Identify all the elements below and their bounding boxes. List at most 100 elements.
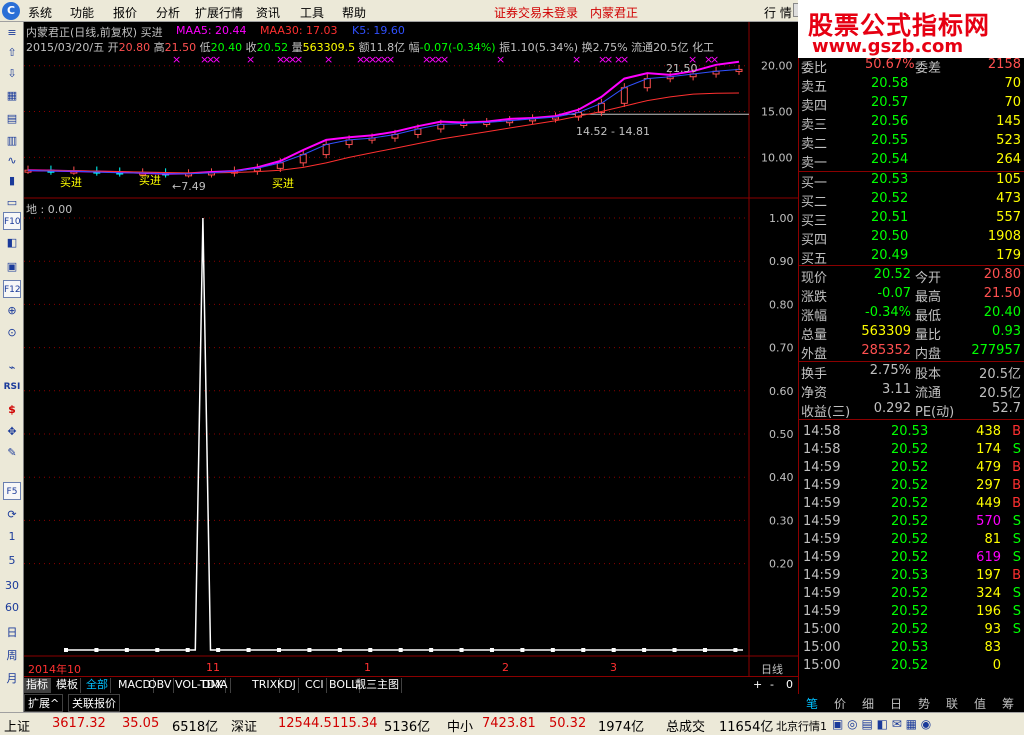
chart-area[interactable]: 20.00 15.00 10.00 × × × × × × × × × × × × × × × × × × × × × × × × ×… — [24, 22, 798, 676]
indicator-point — [276, 648, 281, 652]
indicator-point — [642, 648, 647, 652]
refresh-icon[interactable]: ⟳ — [3, 506, 21, 524]
menu-extended-market[interactable]: 扩展行情 — [195, 4, 243, 21]
status-icons[interactable]: ▣ ◎ ▤ ◧ ✉ ▦ ◉ — [832, 717, 931, 731]
panel-tab-1[interactable]: 价 — [834, 695, 846, 712]
indicator-tab-0[interactable]: 指标 — [24, 678, 51, 693]
clock-icon[interactable]: ⊙ — [3, 324, 21, 342]
dollar-icon[interactable]: $ — [3, 401, 21, 419]
candle-icon[interactable]: ▮ — [3, 172, 21, 190]
menu-news[interactable]: 资讯 — [256, 4, 280, 21]
bid-price[interactable]: 20.51 — [871, 210, 908, 225]
stat-label: 总量 — [801, 328, 828, 343]
menu-quotes[interactable]: 报价 — [113, 4, 137, 21]
app-logo-icon[interactable]: C — [2, 2, 20, 20]
market-label[interactable]: 北京行情1 — [776, 718, 827, 734]
period-button-0[interactable]: 1 — [0, 530, 24, 543]
wave-icon[interactable]: ⌁ — [3, 359, 21, 377]
panel-tab-7[interactable]: 筹 — [1002, 695, 1014, 712]
panel-tab-5[interactable]: 联 — [946, 695, 958, 712]
indicator-tab-4[interactable]: OBV — [146, 678, 175, 693]
market-mode-label[interactable]: 行 情 — [764, 4, 792, 21]
trend-icon[interactable]: ∿ — [3, 152, 21, 170]
bid-price[interactable]: 20.49 — [871, 248, 908, 263]
f10-icon[interactable]: F10 — [3, 212, 21, 230]
panel-icon[interactable]: ◧ — [3, 234, 21, 252]
menu-help[interactable]: 帮助 — [342, 4, 366, 21]
sz-index: 12544.5 — [278, 716, 332, 731]
bid-price[interactable]: 20.53 — [871, 172, 908, 187]
f12-icon[interactable]: F12 — [3, 280, 21, 298]
period-button-5[interactable]: 周 — [0, 647, 24, 663]
arrow-up-icon[interactable]: ⇧ — [3, 44, 21, 62]
fund-label: 收益(三) — [801, 405, 851, 420]
period-button-3[interactable]: 60 — [0, 601, 24, 614]
indicator-tab-6[interactable]: DMA — [200, 678, 231, 693]
menu-system[interactable]: 系统 — [28, 4, 52, 21]
ask-row: 卖一 20.54 264 — [799, 151, 1024, 171]
panel-tab-4[interactable]: 势 — [918, 695, 930, 712]
ask-price[interactable]: 20.55 — [871, 133, 908, 148]
table-icon[interactable]: ▦ — [3, 87, 21, 105]
arrow-down-icon[interactable]: ⇩ — [3, 65, 21, 83]
stat-row: 涨幅 -0.34% 最低 20.40 — [799, 304, 1024, 324]
ask-price[interactable]: 20.54 — [871, 152, 908, 167]
zoom-in-button[interactable]: + — [753, 678, 762, 691]
indicator-tab-8[interactable]: KDJ — [275, 678, 299, 693]
sh-label[interactable]: 上证 — [4, 716, 30, 735]
list-icon[interactable]: ▥ — [3, 132, 21, 150]
indicator-tab-2[interactable]: 全部 — [84, 678, 111, 693]
period-button-6[interactable]: 月 — [0, 670, 24, 686]
tick-price: 20.52 — [891, 442, 929, 457]
panel-tab-2[interactable]: 细 — [862, 695, 874, 712]
fund-label: 流通 — [915, 386, 942, 401]
menu-tools[interactable]: 工具 — [300, 4, 324, 21]
ask-price[interactable]: 20.56 — [871, 114, 908, 129]
stat-label: 现价 — [801, 271, 828, 286]
indicator-point — [124, 648, 129, 652]
panel-tab-0[interactable]: 笔 — [806, 695, 818, 712]
grid-icon[interactable]: ▤ — [3, 110, 21, 128]
rsi-icon[interactable]: RSI — [3, 378, 21, 396]
login-notice[interactable]: 证券交易未登录 — [494, 4, 578, 21]
info-high: 21.50 — [164, 41, 197, 54]
period-button-4[interactable]: 日 — [0, 624, 24, 640]
globe-icon[interactable]: ⊕ — [3, 302, 21, 320]
zx-change: 50.32 — [549, 716, 587, 731]
menu-icon[interactable]: ≡ — [3, 24, 21, 42]
reset-button[interactable]: 0 — [786, 678, 793, 691]
tab-extended[interactable]: 扩展^ — [24, 694, 64, 712]
bid-price[interactable]: 20.50 — [871, 229, 908, 244]
period-button-1[interactable]: 5 — [0, 554, 24, 567]
panel-tab-6[interactable]: 值 — [974, 695, 986, 712]
panel-tab-3[interactable]: 日 — [890, 695, 902, 712]
menu-analysis[interactable]: 分析 — [156, 4, 180, 21]
info-industry: 化工 — [692, 41, 715, 54]
pencil-icon[interactable]: ✎ — [3, 444, 21, 462]
sz-label[interactable]: 深证 — [231, 716, 257, 735]
block-icon[interactable]: ▣ — [3, 258, 21, 276]
f5-icon[interactable]: F5 — [3, 482, 21, 500]
ask-price[interactable]: 20.58 — [871, 76, 908, 91]
period-label[interactable]: 日线 — [761, 661, 783, 677]
zoom-out-button[interactable]: - — [770, 678, 774, 691]
tab-related-quotes[interactable]: 关联报价 — [68, 694, 120, 712]
chart-canvas[interactable]: 20.0015.0010.00× ××× × ×××× × ×××××× ×××× × × ×× ×… — [24, 22, 798, 676]
indicator-tab-11[interactable]: 靓三主图 — [353, 678, 402, 693]
period-button-2[interactable]: 30 — [0, 579, 24, 592]
tick-side: B — [1012, 496, 1021, 511]
y-tick-label: 15.00 — [761, 106, 793, 119]
tick-row: 14:59 20.52 297 B — [799, 477, 1024, 495]
ask-price[interactable]: 20.57 — [871, 95, 908, 110]
menu-function[interactable]: 功能 — [70, 4, 94, 21]
tick-time: 14:59 — [803, 478, 841, 493]
move-icon[interactable]: ✥ — [3, 423, 21, 441]
indicator-tab-1[interactable]: 模板 — [54, 678, 81, 693]
zx-label[interactable]: 中小 — [447, 716, 473, 735]
bid-price[interactable]: 20.52 — [871, 191, 908, 206]
zx-amount: 1974亿 — [598, 720, 645, 735]
order-ratio-label: 委比 — [801, 61, 828, 76]
ask-row: 卖四 20.57 70 — [799, 94, 1024, 114]
indicator-tab-9[interactable]: CCI — [303, 678, 327, 693]
bar-icon[interactable]: ▭ — [3, 194, 21, 212]
